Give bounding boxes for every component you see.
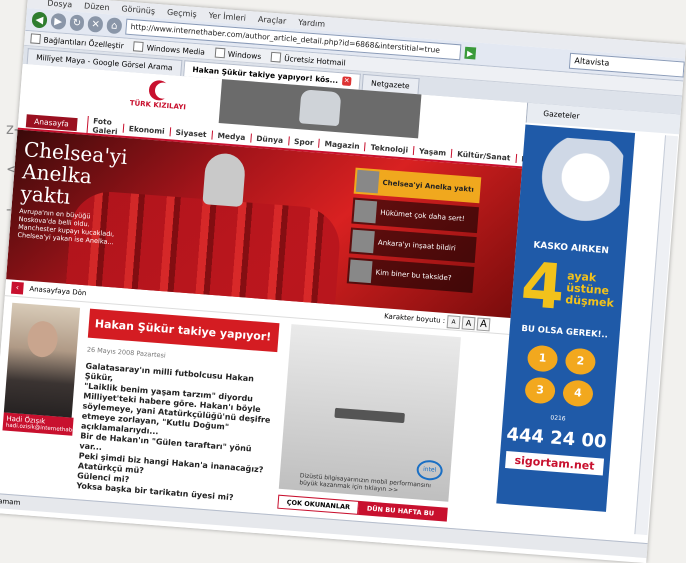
laptop-image <box>334 407 405 424</box>
back-arrow-icon[interactable]: ‹ <box>10 281 24 295</box>
menu-view[interactable]: Görünüş <box>121 4 155 16</box>
paw-prints: 1 2 3 4 <box>524 344 598 408</box>
laptop-ad[interactable]: intel Dizüstü bilgisayarınızın mobil per… <box>278 324 461 502</box>
paw-icon: 2 <box>564 347 597 376</box>
close-tab-icon[interactable]: ✕ <box>341 76 352 87</box>
headline-text: Hükümet çok daha sert! <box>379 208 465 224</box>
ad-phone: 444 24 00 <box>505 424 608 453</box>
article: Hakan Şükür takiye yapıyor! 26 Mayıs 200… <box>75 308 280 522</box>
author-photo <box>3 302 81 418</box>
slider-headline-list: Chelsea'yi Anelka yaktı Hükümet çok daha… <box>346 167 482 297</box>
reload-icon[interactable]: ↻ <box>68 14 85 32</box>
headline-text: Ankara'yı inşaat bildiri <box>377 238 457 253</box>
article-title: Hakan Şükür takiye yapıyor! <box>87 308 280 353</box>
author-card: Hadi Özışık hadi.ozisik@internethaber.co… <box>0 302 91 507</box>
ad-slogan: 4 ayak üstüne düşmek <box>511 247 625 324</box>
trophy-image <box>202 152 247 208</box>
ad-big-number: 4 <box>518 247 568 324</box>
headline-thumbnail <box>353 199 378 224</box>
nav-item[interactable]: Spor <box>287 135 319 148</box>
headline-text: Kim biner bu takside? <box>375 268 452 283</box>
nav-item[interactable]: Kültür/Sanat <box>450 148 516 163</box>
ad-illustration <box>527 135 625 237</box>
web-page: TÜRK KIZILAYI Anasayfa Foto Galeri Ekono… <box>0 63 554 552</box>
menu-history[interactable]: Geçmiş <box>167 7 197 18</box>
paw-icon: 1 <box>526 344 559 373</box>
nav-item[interactable]: Yaşam <box>412 145 452 158</box>
bookmark-item[interactable]: Windows <box>214 47 262 62</box>
headline-item[interactable]: Chelsea'yi Anelka yaktı <box>353 167 482 204</box>
nav-item[interactable]: Ekonomi <box>122 123 170 136</box>
article-body: Galatasaray'ın milli futbolcusu Hakan Şü… <box>76 362 275 506</box>
menu-file[interactable]: Dosya <box>47 0 72 9</box>
ad-column: intel Dizüstü bilgisayarınızın mobil per… <box>276 324 461 535</box>
windows-icon <box>214 47 226 59</box>
site-logo[interactable]: TÜRK KIZILAYI <box>128 78 190 112</box>
crescent-logo-icon <box>148 79 170 102</box>
menu-edit[interactable]: Düzen <box>84 1 110 12</box>
menu-help[interactable]: Yardım <box>298 17 326 28</box>
font-size-medium-button[interactable]: A <box>461 315 476 330</box>
ad-slogan-line: düşmek <box>564 293 615 310</box>
intel-logo: intel <box>415 459 444 482</box>
paw-icon: 4 <box>562 379 594 408</box>
font-size-large-button[interactable]: A <box>476 316 491 331</box>
page-icon <box>30 33 41 45</box>
page-icon <box>270 51 282 63</box>
font-size-label: Karakter boyutu : <box>383 312 446 325</box>
nav-item[interactable]: Medya <box>211 130 251 142</box>
forward-arrow-icon[interactable]: ▶ <box>50 12 67 30</box>
nav-item[interactable]: Siyaset <box>169 126 212 139</box>
home-icon[interactable]: ⌂ <box>106 17 123 35</box>
headline-thumbnail <box>348 259 373 284</box>
back-arrow-icon[interactable]: ◀ <box>31 11 48 29</box>
vertical-scrollbar[interactable] <box>634 135 678 536</box>
page-icon <box>133 41 145 53</box>
headline-item[interactable]: Hükümet çok daha sert! <box>351 197 479 234</box>
tab-period[interactable]: DÜN BU HAFTA BU AY <box>358 500 448 527</box>
bookmark-label: Ücretsiz Hotmail <box>283 53 346 68</box>
font-size-small-button[interactable]: A <box>446 314 461 329</box>
ad-phone-prefix: 0216 <box>550 414 566 423</box>
tab-most-read[interactable]: ÇOK OKUNANLAR <box>277 494 360 515</box>
stop-icon[interactable]: ✕ <box>87 15 104 33</box>
headline-text: Chelsea'yi Anelka yaktı <box>382 178 475 194</box>
nav-item[interactable]: Teknoloji <box>364 141 414 155</box>
bookmark-label: Windows Media <box>146 42 206 57</box>
headline-thumbnail <box>351 229 375 254</box>
browser-window: Dosya Düzen Görünüş Geçmiş Yer İmleri Ar… <box>0 0 686 563</box>
menu-bookmarks[interactable]: Yer İmleri <box>208 10 246 22</box>
logo-text: TÜRK KIZILAYI <box>129 99 187 112</box>
bookmark-label: Windows <box>227 49 262 61</box>
slider-title: Anelka yaktı <box>19 159 93 209</box>
ad-slogan-text: ayak üstüne düşmek <box>564 269 616 310</box>
ad-tagline: BU OLSA GEREK!.. <box>521 323 609 341</box>
ad-brand: sigortam.net <box>505 451 605 476</box>
nav-item[interactable]: Dünya <box>250 132 289 145</box>
laptop-ad-text: Dizüstü bilgisayarınızın mobil performan… <box>299 472 431 496</box>
slider-caption[interactable]: Chelsea'yi Anelka yaktı Avrupa'nın en büy… <box>17 137 134 247</box>
nav-item[interactable]: Magazin <box>318 138 366 151</box>
menu-tools[interactable]: Araçlar <box>258 14 287 25</box>
sidebar-title: Gazeteler <box>543 108 580 121</box>
headline-item[interactable]: Kim biner bu takside? <box>346 257 475 293</box>
headline-item[interactable]: Ankara'yı inşaat bildiri <box>349 227 477 264</box>
go-arrow-icon[interactable]: ▶ <box>464 46 477 60</box>
nav-home[interactable]: Anasayfa <box>25 113 78 131</box>
status-text: Tamam <box>0 496 21 507</box>
back-to-home-link[interactable]: Anasayfaya Dön <box>29 285 87 297</box>
paw-icon: 3 <box>524 376 557 405</box>
headline-thumbnail <box>355 169 380 194</box>
author-email[interactable]: hadi.ozisik@internethaber.com <box>6 423 91 436</box>
